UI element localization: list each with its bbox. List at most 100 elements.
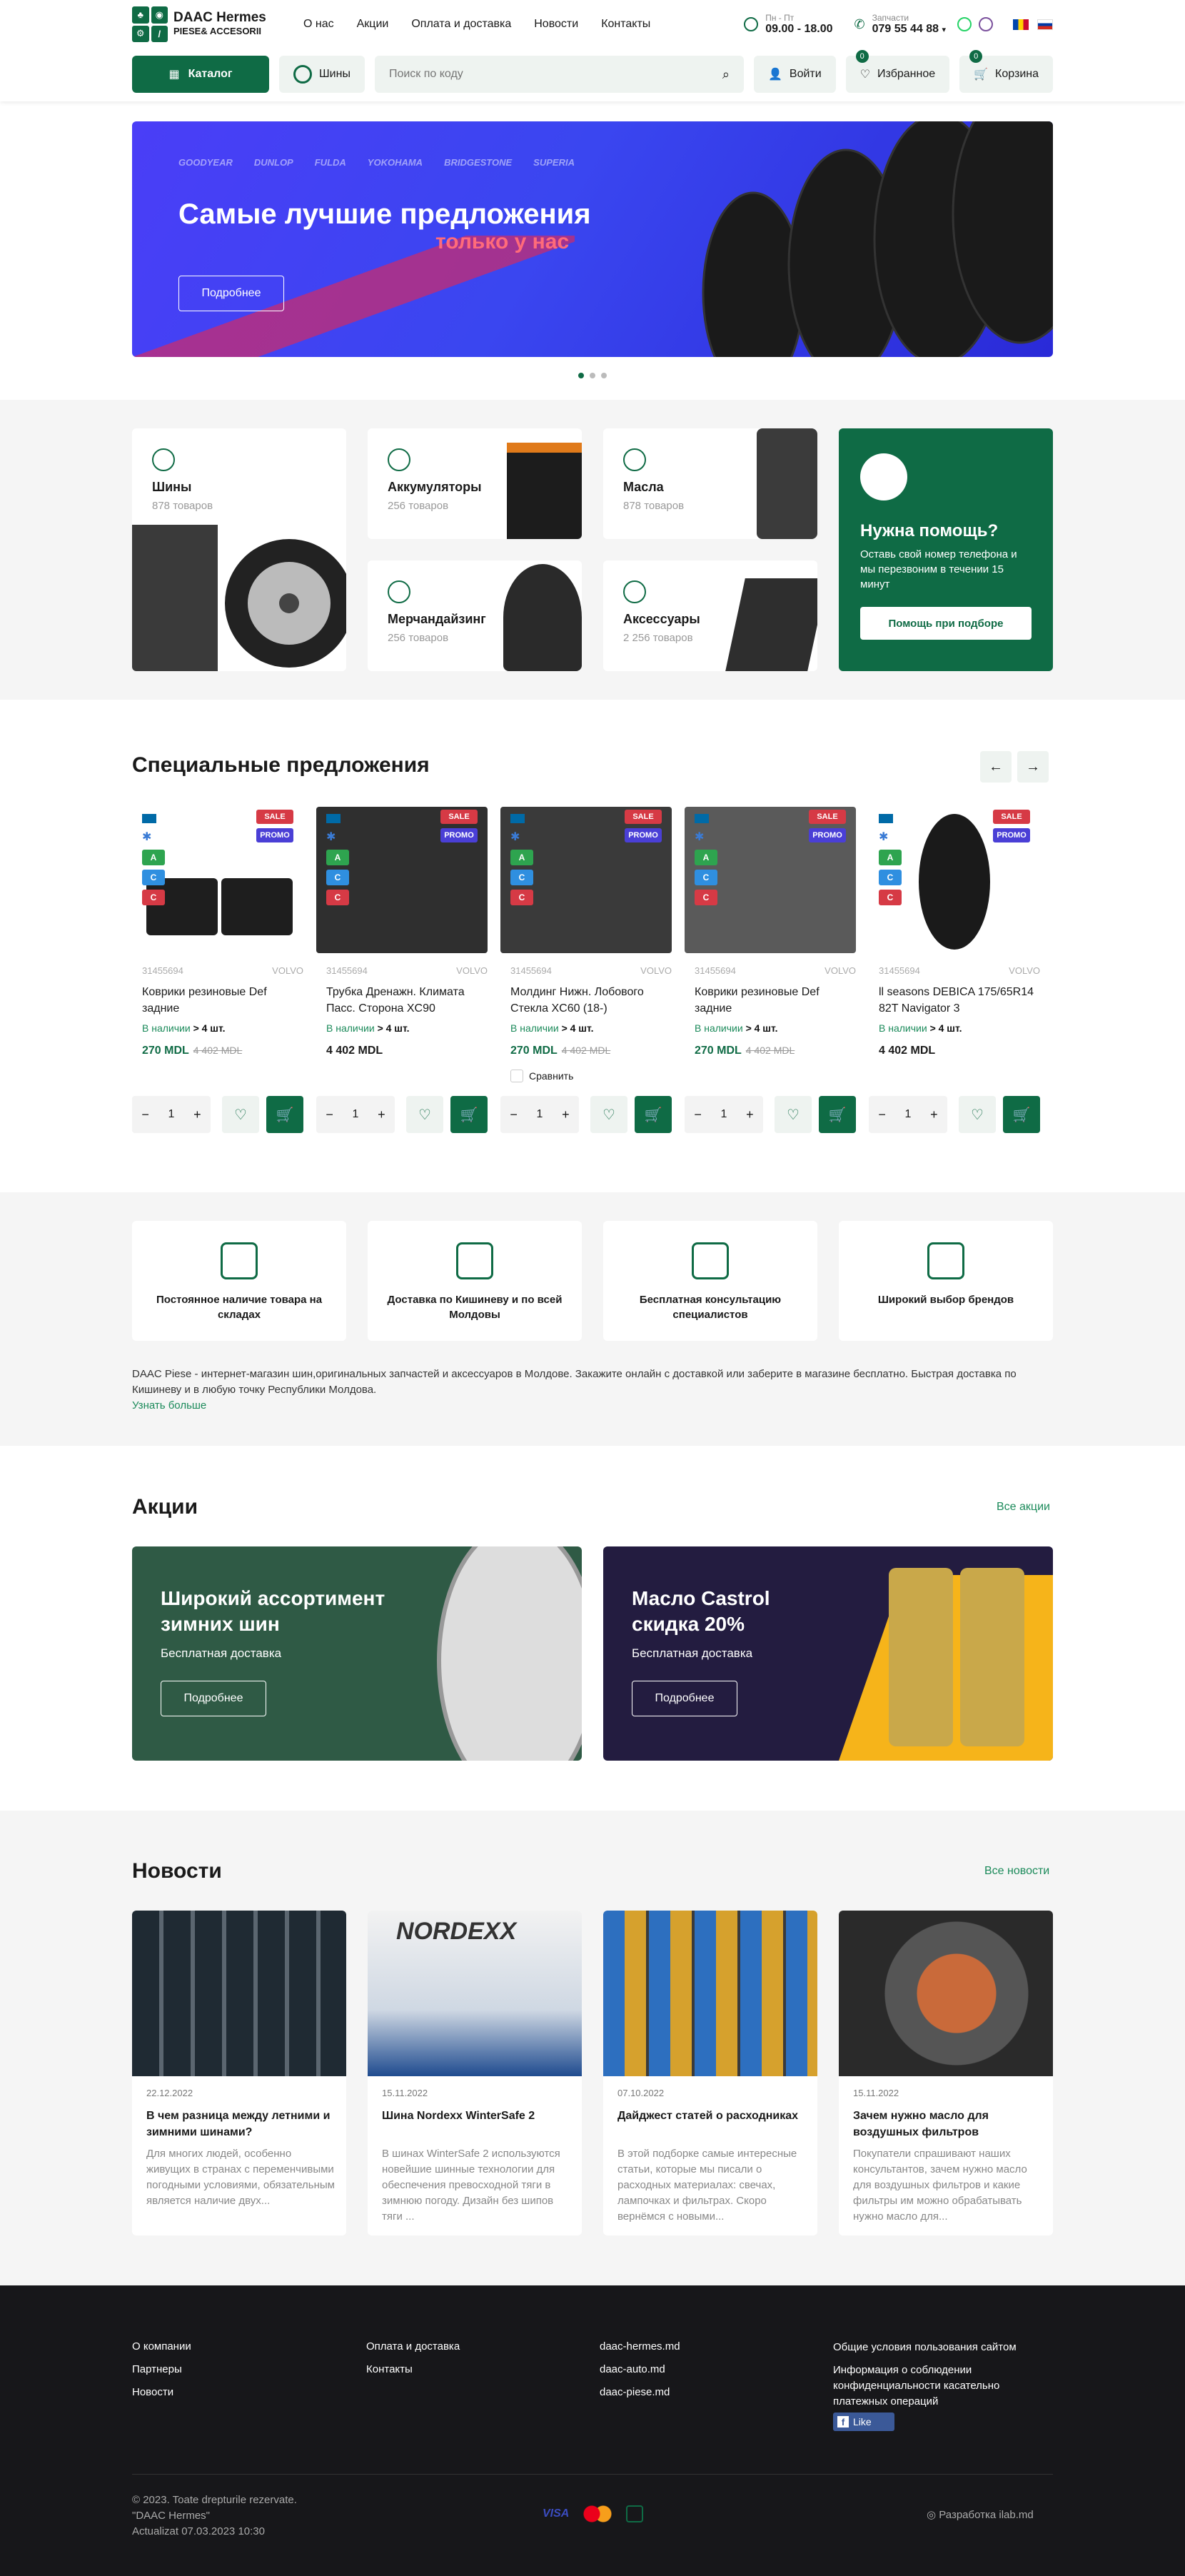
logo[interactable]: ♣ ◉ ⚙ / DAAC Hermes PIESE& ACCESORII xyxy=(132,6,303,42)
product-image[interactable]: ✱ A C C SALE PROMO xyxy=(132,807,303,953)
add-to-cart-button[interactable]: 🛒 xyxy=(1003,1096,1040,1133)
slide-dot[interactable] xyxy=(578,373,584,378)
plus-icon[interactable]: + xyxy=(746,1107,754,1122)
footer-link[interactable]: Партнеры xyxy=(132,2358,191,2381)
hero-banner[interactable]: GOODYEAR DUNLOP FULDA YOKOHAMA BRIDGESTO… xyxy=(132,121,1053,357)
promo-card[interactable]: Масло Castrol скидка 20% Бесплатная дост… xyxy=(603,1546,1053,1761)
prev-arrow-icon[interactable]: ← xyxy=(980,751,1012,783)
quantity-value[interactable]: 1 xyxy=(537,1108,543,1121)
whatsapp-icon[interactable] xyxy=(957,17,972,31)
category-accessories[interactable]: Аксессуары 2 256 товаров xyxy=(603,560,817,671)
product-card[interactable]: ✱ A C C SALE PROMO 31455694 VOLVO Коврики резино… xyxy=(132,807,303,1142)
category-batteries[interactable]: Аккумуляторы 256 товаров xyxy=(368,428,582,539)
promo-card[interactable]: Широкий ассортимент зимних шин Бесплатна… xyxy=(132,1546,582,1761)
minus-icon[interactable]: − xyxy=(141,1107,149,1122)
login-button[interactable]: 👤 Войти xyxy=(753,56,836,93)
add-to-cart-button[interactable]: 🛒 xyxy=(450,1096,488,1133)
category-tires[interactable]: Шины 878 товаров xyxy=(132,428,346,671)
promo-more-button[interactable]: Подробнее xyxy=(632,1681,737,1716)
minus-icon[interactable]: − xyxy=(878,1107,886,1122)
viber-icon[interactable] xyxy=(979,17,993,31)
plus-icon[interactable]: + xyxy=(930,1107,938,1122)
minus-icon[interactable]: − xyxy=(326,1107,333,1122)
add-to-favorites-button[interactable]: ♡ xyxy=(775,1096,812,1133)
product-card[interactable]: ✱ A C C SALE PROMO 31455694 VOLVO ll seasons DEB… xyxy=(869,807,1040,1142)
add-to-favorites-button[interactable]: ♡ xyxy=(222,1096,259,1133)
plus-icon[interactable]: + xyxy=(562,1107,570,1122)
favorites-button[interactable]: ♡ 0 Избранное xyxy=(845,50,950,93)
footer-link[interactable]: Оплата и доставка xyxy=(366,2335,460,2358)
news-card[interactable]: 15.11.2022 Зачем нужно масло для воздушн… xyxy=(839,1911,1053,2235)
add-to-favorites-button[interactable]: ♡ xyxy=(406,1096,443,1133)
product-image[interactable]: ✱ A C C SALE PROMO xyxy=(869,807,1040,953)
footer-link[interactable]: daac-piese.md xyxy=(600,2381,680,2404)
all-promos-link[interactable]: Все акции xyxy=(997,1501,1050,1514)
product-image[interactable]: ✱ A C C SALE PROMO xyxy=(685,807,856,953)
add-to-cart-button[interactable]: 🛒 xyxy=(635,1096,672,1133)
product-image[interactable]: ✱ A C C SALE PROMO xyxy=(316,807,488,953)
minus-icon[interactable]: − xyxy=(694,1107,702,1122)
product-name[interactable]: Трубка Дренажн. Климата Пасс. Сторона XC… xyxy=(326,984,488,1017)
footer-link[interactable]: daac-auto.md xyxy=(600,2358,680,2381)
cart-button[interactable]: 🛒 0 Корзина xyxy=(959,50,1053,93)
next-arrow-icon[interactable]: → xyxy=(1017,751,1049,783)
footer-link[interactable]: daac-hermes.md xyxy=(600,2335,680,2358)
plus-icon[interactable]: + xyxy=(193,1107,201,1122)
privacy-link[interactable]: Информация о соблюдении конфиденциальнос… xyxy=(833,2363,1047,2410)
all-news-link[interactable]: Все новости xyxy=(984,1865,1049,1878)
product-card[interactable]: ✱ A C C SALE PROMO 31455694 VOLVO Коврики резино… xyxy=(685,807,856,1142)
quantity-value[interactable]: 1 xyxy=(168,1108,175,1121)
promo-tag: PROMO xyxy=(809,828,846,842)
product-name[interactable]: Коврики резиновые Def задние xyxy=(695,984,856,1017)
nav-contacts[interactable]: Контакты xyxy=(601,18,650,31)
product-name[interactable]: Коврики резиновые Def задние xyxy=(142,984,303,1017)
maib-icon xyxy=(626,2505,644,2522)
add-to-favorites-button[interactable]: ♡ xyxy=(590,1096,627,1133)
facebook-like-button[interactable]: f Like xyxy=(833,2413,894,2431)
search-icon[interactable]: ⌕ xyxy=(722,67,730,82)
learn-more-link[interactable]: Узнать больше xyxy=(132,1399,206,1412)
product-card[interactable]: ✱ A C C SALE PROMO 31455694 VOLVO Трубка Дренажн… xyxy=(316,807,488,1142)
nav-promos[interactable]: Акции xyxy=(357,18,389,31)
slide-dot[interactable] xyxy=(590,373,595,378)
flag-ru-icon[interactable] xyxy=(1037,19,1053,30)
category-oils[interactable]: Масла 878 товаров xyxy=(603,428,817,539)
product-card[interactable]: ✱ A C C SALE PROMO 31455694 VOLVO Молдинг Нижн. … xyxy=(500,807,672,1142)
add-to-cart-button[interactable]: 🛒 xyxy=(266,1096,303,1133)
news-card[interactable]: 22.12.2022 В чем разница между летними и… xyxy=(132,1911,346,2235)
developer-credit[interactable]: ◎ Разработка ilab.md xyxy=(927,2508,1034,2521)
quantity-value[interactable]: 1 xyxy=(721,1108,727,1121)
slide-dot[interactable] xyxy=(601,373,607,378)
add-to-cart-button[interactable]: 🛒 xyxy=(819,1096,856,1133)
quantity-value[interactable]: 1 xyxy=(905,1108,912,1121)
nav-about[interactable]: О нас xyxy=(303,18,334,31)
nav-payment-delivery[interactable]: Оплата и доставка xyxy=(411,18,511,31)
news-date: 15.11.2022 xyxy=(853,2088,899,2098)
promo-more-button[interactable]: Подробнее xyxy=(161,1681,266,1716)
footer-link[interactable]: Контакты xyxy=(366,2358,460,2381)
flag-md-icon[interactable] xyxy=(1013,19,1029,30)
phone-block[interactable]: ✆ Запчасти 079 55 44 88 ▾ xyxy=(854,13,947,36)
product-image[interactable]: ✱ A C C SALE PROMO xyxy=(500,807,672,953)
product-name[interactable]: ll seasons DEBICA 175/65R14 82T Navigato… xyxy=(879,984,1040,1017)
catalog-button[interactable]: ▦ Каталог xyxy=(132,56,269,93)
news-card[interactable]: 07.10.2022 Дайджест статей о расходниках… xyxy=(603,1911,817,2235)
quantity-value[interactable]: 1 xyxy=(353,1108,359,1121)
cart-icon: 🛒 xyxy=(460,1107,478,1123)
news-card[interactable]: NORDEXX 15.11.2022 Шина Nordexx WinterSa… xyxy=(368,1911,582,2235)
footer-link[interactable]: Новости xyxy=(132,2381,191,2404)
hero-more-button[interactable]: Подробнее xyxy=(178,276,284,311)
add-to-favorites-button[interactable]: ♡ xyxy=(959,1096,996,1133)
category-merch[interactable]: Мерчандайзинг 256 товаров xyxy=(368,560,582,671)
compare-checkbox[interactable]: Сравнить xyxy=(510,1070,573,1082)
footer-link[interactable]: О компании xyxy=(132,2335,191,2358)
search-input[interactable] xyxy=(388,68,603,81)
plus-icon[interactable]: + xyxy=(378,1107,385,1122)
wet-rating-badge: C xyxy=(879,870,902,885)
tires-button[interactable]: Шины xyxy=(279,56,365,93)
product-name[interactable]: Молдинг Нижн. Лобового Стекла XC60 (18-) xyxy=(510,984,672,1017)
help-button[interactable]: Помощь при подборе xyxy=(860,607,1032,640)
terms-link[interactable]: Общие условия пользования сайтом xyxy=(833,2340,1047,2355)
minus-icon[interactable]: − xyxy=(510,1107,518,1122)
nav-news[interactable]: Новости xyxy=(534,18,578,31)
